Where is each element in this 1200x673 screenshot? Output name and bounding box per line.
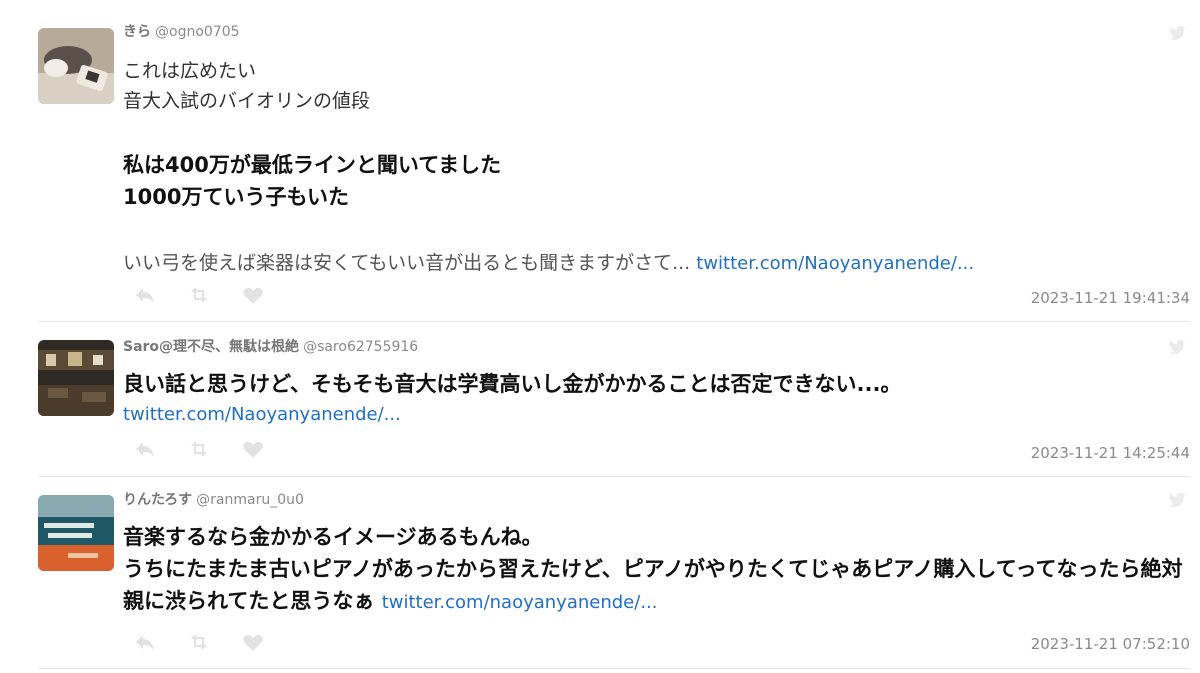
user-handle[interactable]: @saro62755916 [303,339,418,355]
twitter-bird-icon [1168,339,1186,354]
user-name[interactable]: きら [123,24,151,40]
tweet-card: Saro@理不尽、無駄は根絶 @saro62755916 良い話と思うけど、そもそ… [38,322,1190,477]
reply-icon[interactable] [133,438,157,460]
tweet-actions [133,631,265,653]
tweet-bold-line: 私は400万が最低ラインと聞いてました [123,153,502,177]
tweet-timeline: きら @ogno0705 これは広めたい 音大入試のバイオリンの値段 私は400万… [0,0,1200,673]
tweet-timestamp[interactable]: 2023-11-21 14:25:44 [1031,444,1190,462]
reply-icon[interactable] [133,631,157,653]
twitter-bird-icon [1168,25,1186,40]
tweet-header: きら @ogno0705 [123,22,1190,42]
user-handle[interactable]: @ranmaru_0u0 [196,492,304,508]
tweet-truncated-text: いい弓を使えば楽器は安くてもいい音が出るとも聞きますがさて... [123,252,697,274]
tweet-link[interactable]: twitter.com/Naoyanyanende/... [123,400,1190,430]
tweet-header: りんたろす @ranmaru_0u0 [123,490,1190,510]
reply-icon[interactable] [133,284,157,306]
tweet-timestamp[interactable]: 2023-11-21 19:41:34 [1031,289,1190,307]
retweet-icon[interactable] [187,284,211,306]
tweet-link[interactable]: twitter.com/Naoyanyanende/... [696,253,974,274]
avatar[interactable] [38,340,114,416]
user-handle[interactable]: @ogno0705 [155,24,240,40]
user-name[interactable]: りんたろす [123,492,192,508]
avatar[interactable] [38,28,114,104]
tweet-bold-line: 1000万ていう子もいた [123,185,350,209]
tweet-link[interactable]: twitter.com/naoyanyanende/... [382,592,658,613]
retweet-icon[interactable] [187,438,211,460]
tweet-bold-text: 良い話と思うけど、そもそも音大は学費高いし金がかかることは否定できない...。 [123,372,902,396]
tweet-text-line: 音大入試のバイオリンの値段 [123,90,371,112]
heart-icon[interactable] [241,284,265,306]
tweet-actions [133,284,265,306]
retweet-icon[interactable] [187,631,211,653]
tweet-timestamp[interactable]: 2023-11-21 07:52:10 [1031,635,1190,653]
tweet-header: Saro@理不尽、無駄は根絶 @saro62755916 [123,337,1190,357]
tweet-card: きら @ogno0705 これは広めたい 音大入試のバイオリンの値段 私は400万… [38,22,1190,322]
user-name[interactable]: Saro@理不尽、無駄は根絶 [123,339,299,355]
tweet-card: りんたろす @ranmaru_0u0 音楽するなら金かかるイメージあるもんね。 う… [38,477,1190,669]
tweet-bold-text: 音楽するなら金かかるイメージあるもんね。 うちにたまたま古いピアノがあったから習… [123,521,1190,619]
tweet-actions [133,438,265,460]
twitter-bird-icon [1168,492,1186,507]
avatar[interactable] [38,495,114,571]
tweet-text-line: これは広めたい [123,60,257,82]
heart-icon[interactable] [241,438,265,460]
heart-icon[interactable] [241,631,265,653]
